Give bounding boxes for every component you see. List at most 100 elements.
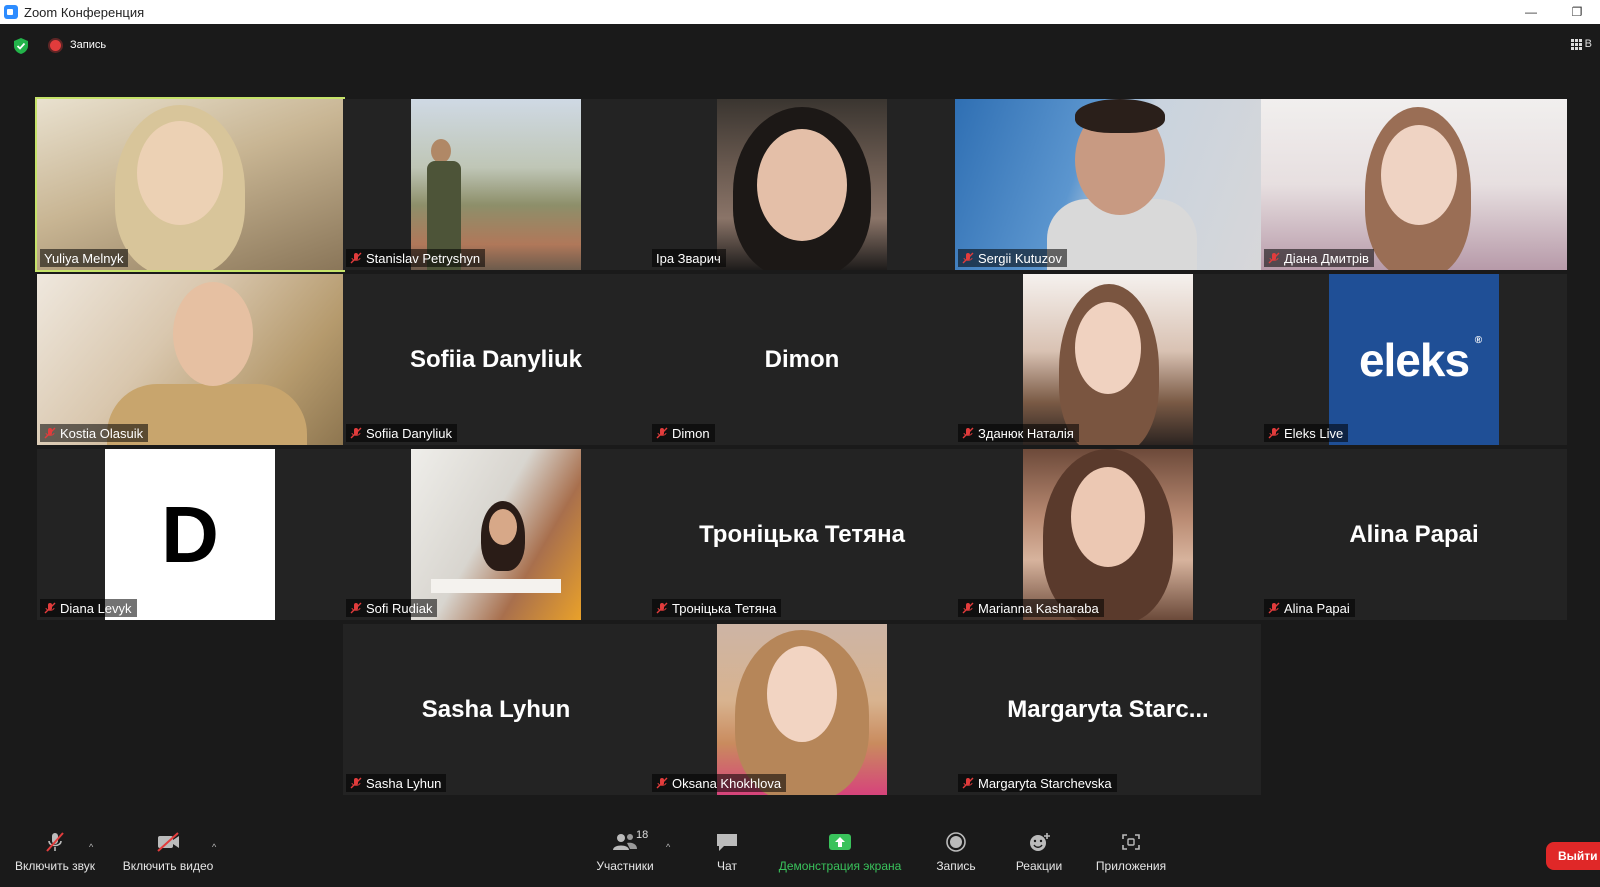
mic-off-icon [656, 602, 668, 614]
participant-name-label: Іра Зварич [652, 249, 726, 267]
mic-off-icon [656, 427, 668, 439]
participant-avatar: D [105, 449, 275, 620]
video-options-chevron-up-icon[interactable]: ^ [212, 842, 216, 852]
participant-name-label: Alina Papai [1264, 599, 1355, 617]
participant-tile[interactable]: Stanislav Petryshyn [343, 99, 649, 270]
view-label: В [1584, 38, 1592, 50]
participant-display-name: Margaryta Starc... [1007, 695, 1209, 723]
participant-tile[interactable]: Sasha Lyhun Sasha Lyhun [343, 624, 649, 795]
mic-muted-icon [46, 831, 64, 852]
participant-video [1023, 449, 1193, 620]
participant-video [717, 99, 887, 270]
share-screen-icon [829, 833, 851, 850]
audio-options-chevron-up-icon[interactable]: ^ [89, 842, 93, 852]
restore-button[interactable]: ❐ [1554, 0, 1600, 24]
participant-tile[interactable]: Троніцька Тетяна Троніцька Тетяна [649, 449, 955, 620]
avatar-letter: D [161, 489, 219, 579]
participant-video [411, 99, 581, 270]
apps-icon [1122, 833, 1140, 850]
mic-off-icon [44, 602, 56, 614]
mic-off-icon [1268, 427, 1280, 439]
minimize-button[interactable]: — [1508, 0, 1554, 24]
participant-name-label: Діана Дмитрів [1264, 249, 1374, 267]
participant-video [955, 99, 1261, 270]
participant-name-label: Sofiia Danyliuk [346, 424, 457, 442]
video-gallery: Yuliya Melnyk Stanislav Petryshyn Іра Зв… [0, 64, 1600, 816]
participant-tile[interactable]: Yuliya Melnyk [35, 97, 345, 272]
eleks-logo: eleks ® [1358, 333, 1482, 386]
start-video-label: Включить видео [122, 858, 214, 873]
participant-logo: eleks ® [1329, 274, 1499, 445]
participant-tile[interactable]: Oksana Khokhlova [649, 624, 955, 795]
participant-name-label: Marianna Kasharaba [958, 599, 1104, 617]
reactions-smiley-icon [1030, 832, 1050, 851]
video-off-icon [157, 831, 179, 852]
participant-tile[interactable]: D Diana Levyk [37, 449, 343, 620]
participant-name-label: Sasha Lyhun [346, 774, 447, 792]
mic-off-icon [1268, 252, 1280, 264]
start-video-button[interactable]: Включить видео [118, 816, 218, 887]
chat-button[interactable]: Чат [700, 816, 754, 887]
gallery-view-icon [1570, 38, 1582, 50]
mic-off-icon [962, 602, 974, 614]
participant-tile[interactable]: Alina Papai Alina Papai [1261, 449, 1567, 620]
mic-off-icon [962, 777, 974, 789]
participant-name-label: Sergii Kutuzov [958, 249, 1067, 267]
participant-tile[interactable]: Діана Дмитрів [1261, 99, 1567, 270]
mic-off-icon [350, 777, 362, 789]
participant-name-label: Sofi Rudiak [346, 599, 438, 617]
mic-off-icon [1268, 602, 1280, 614]
unmute-button[interactable]: Включить звук [10, 816, 100, 887]
participant-name-label: Kostia Olasuik [40, 424, 149, 442]
participants-button[interactable]: 18 Участники [580, 816, 670, 887]
participant-video [1261, 99, 1567, 270]
record-button[interactable]: Запись [925, 816, 987, 887]
reactions-label: Реакции [1015, 858, 1063, 873]
participant-tile[interactable]: Marianna Kasharaba [955, 449, 1261, 620]
view-button[interactable]: В [1570, 38, 1592, 50]
share-screen-button[interactable]: Демонстрация экрана [770, 816, 910, 887]
participant-display-name: Sasha Lyhun [421, 695, 571, 723]
participant-tile[interactable]: Sofiia Danyliuk Sofiia Danyliuk [343, 274, 649, 445]
participant-name-label: Зданюк Наталія [958, 424, 1079, 442]
recording-label: Запись [70, 39, 107, 51]
apps-button[interactable]: Приложения [1088, 816, 1174, 887]
zoom-app-icon [4, 5, 18, 19]
chat-icon [717, 833, 737, 851]
mic-off-icon [44, 427, 56, 439]
leave-meeting-button[interactable]: Выйти [1546, 842, 1600, 870]
chat-label: Чат [717, 858, 737, 873]
participant-name-label: Diana Levyk [40, 599, 137, 617]
participants-count: 18 [636, 828, 649, 841]
reactions-button[interactable]: Реакции [1005, 816, 1073, 887]
mic-off-icon [962, 427, 974, 439]
participant-tile[interactable]: Sofi Rudiak [343, 449, 649, 620]
unmute-label: Включить звук [14, 858, 96, 873]
meeting-toolbar: Включить звук ^ Включить видео ^ 18 Учас… [0, 816, 1600, 887]
participants-label: Участники [596, 858, 654, 873]
participant-tile[interactable]: Зданюк Наталія [955, 274, 1261, 445]
participant-name-label: Троніцька Тетяна [652, 599, 782, 617]
security-shield-icon[interactable] [14, 38, 28, 54]
participant-tile[interactable]: eleks ® Eleks Live [1261, 274, 1567, 445]
participant-tile[interactable]: Dimon Dimon [649, 274, 955, 445]
participant-video [411, 449, 581, 620]
participants-options-chevron-up-icon[interactable]: ^ [666, 842, 670, 852]
participant-display-name: Alina Papai [1349, 520, 1479, 548]
mic-off-icon [962, 252, 974, 264]
participant-video [37, 274, 343, 445]
participant-name-label: Dimon [652, 424, 715, 442]
window-title: Zoom Конференция [24, 4, 145, 20]
participant-name-label: Stanislav Petryshyn [346, 249, 486, 267]
participant-tile[interactable]: Kostia Olasuik [37, 274, 343, 445]
participant-tile[interactable]: Margaryta Starc... Margaryta Starchevska [955, 624, 1261, 795]
share-screen-label: Демонстрация экрана [778, 858, 902, 873]
participants-icon [613, 833, 637, 850]
record-label: Запись [936, 858, 976, 873]
participant-tile[interactable]: Іра Зварич [649, 99, 955, 270]
participant-tile[interactable]: Sergii Kutuzov [955, 99, 1261, 270]
participant-video [37, 99, 343, 270]
participant-name-label: Yuliya Melnyk [40, 249, 129, 267]
record-icon [946, 831, 966, 852]
mic-off-icon [350, 427, 362, 439]
